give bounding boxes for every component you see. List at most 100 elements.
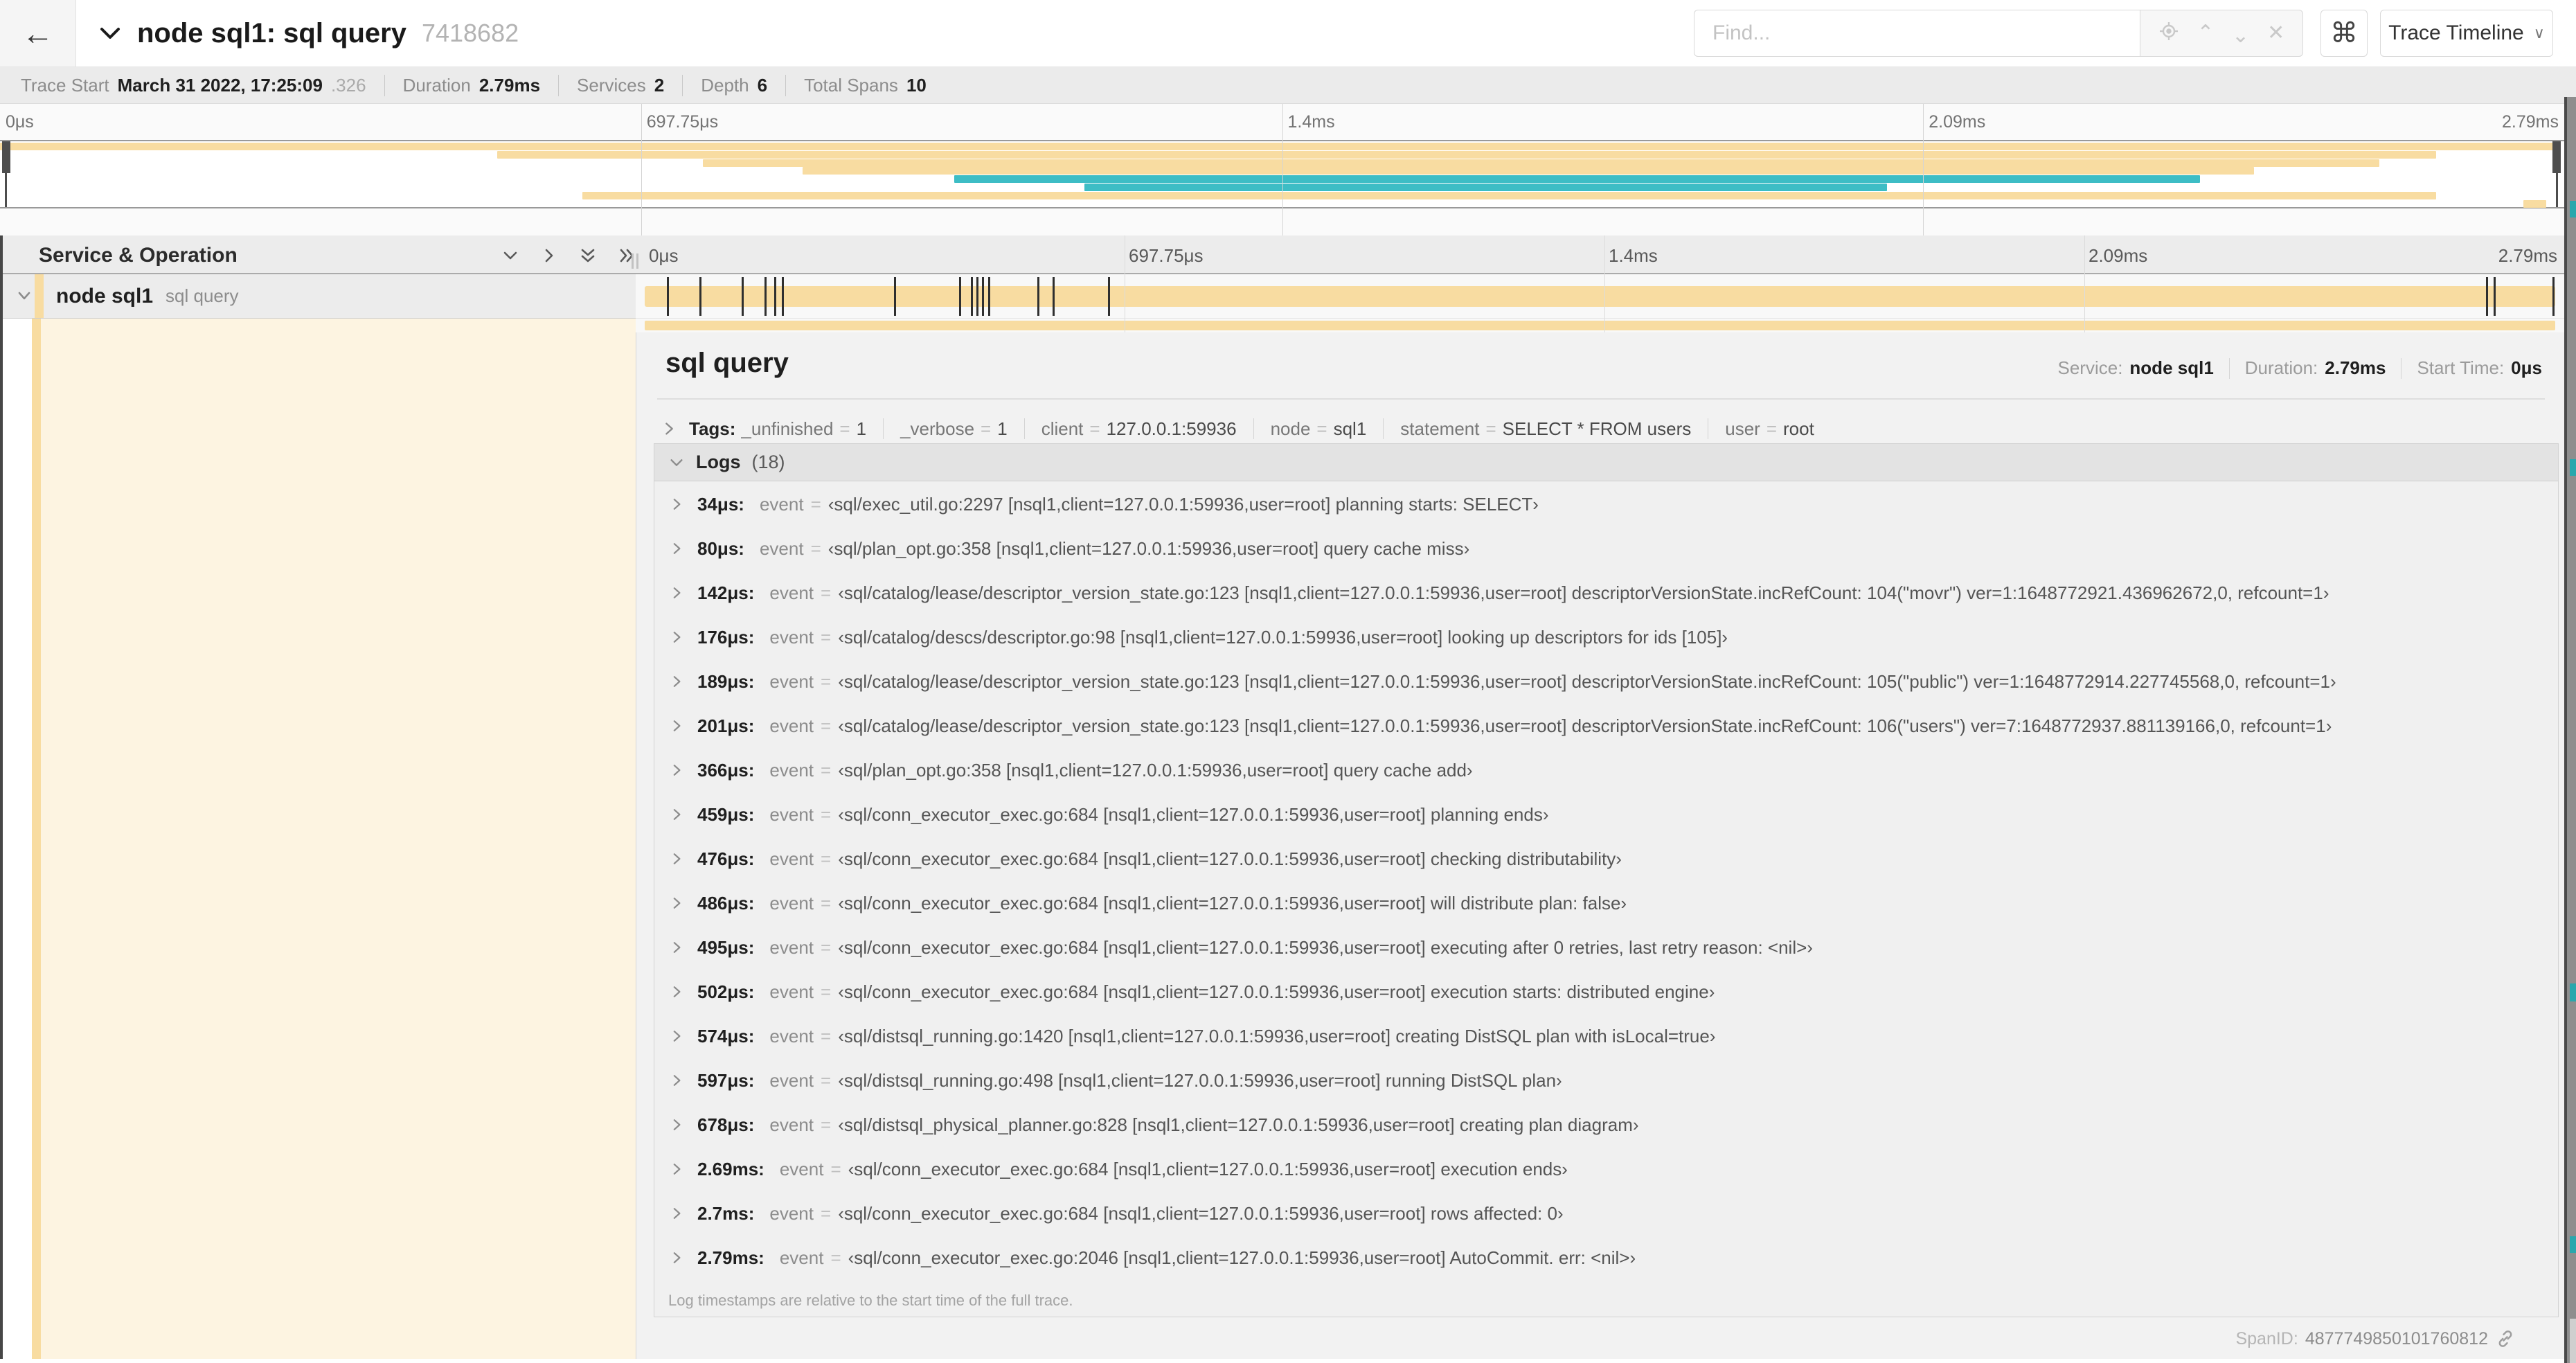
- minimap-viewport-end-knob[interactable]: [2552, 141, 2561, 173]
- minimap-span: [954, 175, 2201, 184]
- log-field-name: event: [769, 1114, 814, 1135]
- right-edge-scrollbar[interactable]: [2564, 97, 2576, 1363]
- log-row[interactable]: 34μs: event = ‹sql/exec_util.go:2297 [nsql1…: [654, 482, 2558, 526]
- log-field-value: ‹sql/conn_executor_exec.go:684 [nsql1,cl…: [838, 848, 1622, 869]
- log-row[interactable]: 2.7ms: event = ‹sql/conn_executor_exec.go:6…: [654, 1191, 2558, 1236]
- prev-match-icon[interactable]: ⌃: [2197, 23, 2214, 44]
- minimap-span: [497, 150, 2436, 159]
- tag-item[interactable]: statement = SELECT * FROM users: [1400, 418, 1691, 440]
- minimap-tick-label: 1.4ms: [1287, 112, 1335, 132]
- log-row[interactable]: 486μs: event = ‹sql/conn_executor_exec.go:6…: [654, 881, 2558, 925]
- log-event-marker: [764, 277, 767, 316]
- log-event-marker: [781, 277, 784, 316]
- log-event-marker: [773, 277, 776, 316]
- log-row[interactable]: 142μs: event = ‹sql/catalog/lease/descripto…: [654, 571, 2558, 615]
- jaeger-trace-view: ← node sql1: sql query 7418682 ⌃ ⌃ ✕: [0, 0, 2576, 1363]
- log-timestamp: 142μs:: [697, 582, 755, 603]
- chevron-right-icon: [670, 718, 697, 733]
- log-row[interactable]: 459μs: event = ‹sql/conn_executor_exec.go:6…: [654, 792, 2558, 837]
- chevron-right-icon: [670, 1206, 697, 1221]
- log-row[interactable]: 2.69ms: event = ‹sql/conn_executor_exec.go:…: [654, 1147, 2558, 1191]
- service-color-stripe: [35, 274, 44, 318]
- log-timestamp: 495μs:: [697, 936, 755, 958]
- span-detail-panel: sql query Service: node sql1 Duration: 2.79…: [636, 332, 2564, 1359]
- tags-row[interactable]: Tags: _unfinished = 1 _verbose = 1 client = 127.…: [661, 413, 1814, 445]
- trace-title: node sql1: sql query: [137, 17, 406, 48]
- log-row[interactable]: 2.79ms: event = ‹sql/conn_executor_exec.go:…: [654, 1236, 2558, 1280]
- trace-id: 7418682: [421, 19, 519, 47]
- log-field-value: ‹sql/conn_executor_exec.go:684 [nsql1,cl…: [838, 892, 1627, 914]
- log-field-name: event: [769, 892, 814, 914]
- log-row[interactable]: 189μs: event = ‹sql/catalog/lease/descripto…: [654, 659, 2558, 704]
- log-row[interactable]: 574μs: event = ‹sql/distsql_running.go:1420…: [654, 1014, 2558, 1058]
- chevron-right-icon: [670, 896, 697, 911]
- detail-row-track: [636, 319, 2564, 332]
- log-event-marker: [970, 277, 973, 316]
- collapse-one-icon[interactable]: [500, 245, 521, 266]
- chevron-right-icon: [670, 1250, 697, 1265]
- log-field-value: ‹sql/plan_opt.go:358 [nsql1,client=127.0…: [828, 537, 1470, 559]
- minimap-gridline: [1282, 104, 1283, 235]
- chevron-right-icon: [670, 984, 697, 999]
- trace-summary-item: Trace Start March 31 2022, 17:25:09.326: [21, 74, 385, 96]
- tag-item[interactable]: _verbose = 1: [900, 418, 1008, 440]
- trace-summary-bar: Trace Start March 31 2022, 17:25:09.326 Du…: [0, 67, 2576, 104]
- log-row[interactable]: 201μs: event = ‹sql/catalog/lease/descripto…: [654, 704, 2558, 748]
- log-field-value: ‹sql/distsql_running.go:498 [nsql1,clien…: [838, 1069, 1562, 1091]
- span-bar[interactable]: [645, 277, 2555, 316]
- log-row[interactable]: 476μs: event = ‹sql/conn_executor_exec.go:6…: [654, 837, 2558, 881]
- trace-summary-item: Duration 2.79ms: [403, 74, 560, 96]
- log-row[interactable]: 366μs: event = ‹sql/plan_opt.go:358 [nsql1,…: [654, 748, 2558, 792]
- log-row[interactable]: 502μs: event = ‹sql/conn_executor_exec.go:6…: [654, 970, 2558, 1014]
- find-input[interactable]: [1694, 10, 2140, 57]
- log-field-value: ‹sql/conn_executor_exec.go:684 [nsql1,cl…: [838, 936, 1813, 958]
- minimap-gridline: [641, 104, 642, 235]
- tag-item[interactable]: client = 127.0.0.1:59936: [1041, 418, 1237, 440]
- log-row[interactable]: 80μs: event = ‹sql/plan_opt.go:358 [nsql1,c…: [654, 526, 2558, 571]
- log-event-marker: [959, 277, 962, 316]
- trace-minimap[interactable]: 0μs 697.75μs 1.4ms 2.09ms 2.79ms: [0, 104, 2576, 235]
- minimap-tick-label: 2.79ms: [2502, 112, 2559, 132]
- log-row[interactable]: 495μs: event = ‹sql/conn_executor_exec.go:6…: [654, 925, 2558, 970]
- log-field-value: ‹sql/catalog/lease/descriptor_version_st…: [838, 715, 2332, 736]
- log-field-name: event: [769, 715, 814, 736]
- minimap-span: [2523, 199, 2547, 208]
- log-row[interactable]: 597μs: event = ‹sql/distsql_running.go:498 …: [654, 1058, 2558, 1103]
- ruler-tick-label: 2.09ms: [2088, 245, 2148, 266]
- log-field-name: event: [769, 1025, 814, 1046]
- log-row[interactable]: 176μs: event = ‹sql/catalog/descs/descripto…: [654, 615, 2558, 659]
- tag-item[interactable]: _unfinished = 1: [741, 418, 866, 440]
- log-field-name: event: [779, 1247, 824, 1268]
- back-button[interactable]: ←: [0, 0, 76, 66]
- next-match-icon[interactable]: ⌃: [2232, 22, 2249, 45]
- logs-header[interactable]: Logs (18): [654, 444, 2558, 481]
- log-timestamp: 2.7ms:: [697, 1202, 755, 1224]
- keyboard-shortcuts-button[interactable]: ⌘: [2320, 10, 2368, 57]
- collapse-all-icon[interactable]: [578, 245, 598, 266]
- clear-find-icon[interactable]: ✕: [2267, 23, 2284, 44]
- span-detail-meta: Service: node sql1 Duration: 2.79ms Start Ti…: [2058, 357, 2542, 379]
- detail-row-gutter: [3, 319, 636, 1359]
- trace-view-selector[interactable]: Trace Timeline ∨: [2380, 10, 2553, 57]
- span-collapse-chevron-icon[interactable]: [15, 287, 33, 308]
- span-row-label[interactable]: node sql1 sql query: [3, 274, 636, 319]
- column-resizer-handle[interactable]: [632, 253, 638, 269]
- chevron-right-icon: [670, 674, 697, 689]
- expand-one-icon[interactable]: [539, 245, 560, 266]
- back-arrow-icon: ←: [21, 15, 54, 51]
- minimap-tick-label: 697.75μs: [646, 112, 719, 132]
- detail-span-bar[interactable]: [645, 321, 2555, 330]
- log-field-name: event: [759, 493, 804, 515]
- log-timestamp: 574μs:: [697, 1025, 755, 1046]
- log-field-value: ‹sql/distsql_physical_planner.go:828 [ns…: [838, 1114, 1639, 1135]
- find-controls: ⌃ ⌃ ✕: [2140, 10, 2303, 57]
- trace-collapse-chevron-icon[interactable]: [98, 25, 122, 42]
- deep-link-icon[interactable]: [2495, 1328, 2516, 1349]
- tag-item[interactable]: node = sql1: [1271, 418, 1367, 440]
- log-row[interactable]: 678μs: event = ‹sql/distsql_physical_planne…: [654, 1103, 2558, 1147]
- match-highlight-icon[interactable]: [2158, 21, 2179, 46]
- tag-item[interactable]: user = root: [1725, 418, 1814, 440]
- chevron-right-icon: [670, 851, 697, 866]
- detail-meta-item: Duration: 2.79ms: [2244, 357, 2386, 378]
- minimap-viewport-start-knob[interactable]: [2, 141, 10, 173]
